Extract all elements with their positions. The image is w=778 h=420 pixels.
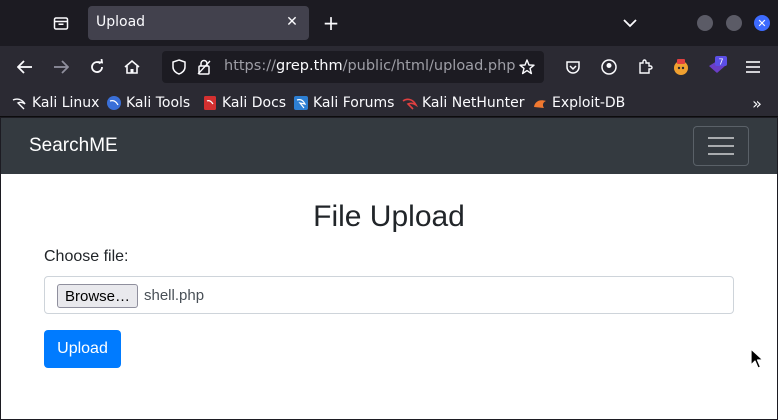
file-input[interactable]: Browse… shell.php — [44, 276, 734, 314]
tab-upload[interactable]: Upload ✕ — [88, 6, 309, 40]
bookmark-star-icon[interactable] — [518, 58, 536, 76]
forward-arrow-icon[interactable] — [49, 55, 73, 79]
navbar-toggler-button[interactable] — [693, 126, 749, 166]
extension-badge-icon[interactable]: 7 — [705, 55, 729, 79]
kali-icon — [12, 98, 26, 110]
bookmark-exploit-db[interactable]: Exploit-DB — [532, 93, 625, 113]
file-label: Choose file: — [44, 248, 129, 265]
site-brand[interactable]: SearchME — [29, 135, 118, 157]
reload-icon[interactable] — [85, 55, 109, 79]
bookmark-kali-forums[interactable]: Kali Forums — [293, 93, 394, 113]
chevron-double-right-icon[interactable]: » — [748, 93, 766, 113]
url-host: grep.thm — [275, 58, 343, 74]
extension-fox-icon[interactable] — [669, 55, 693, 79]
bookmark-label: Kali Tools — [126, 95, 191, 111]
bookmarks-toolbar: Kali Linux Kali Tools Kali Docs Kali For… — [0, 88, 778, 117]
tab-title: Upload — [96, 14, 146, 30]
bookmark-kali-tools[interactable]: Kali Tools — [106, 93, 190, 113]
hamburger-line — [708, 145, 734, 147]
selected-file-name: shell.php — [144, 287, 205, 304]
chevron-down-icon[interactable] — [620, 14, 640, 32]
web-page: SearchME File Upload Choose file: Browse… — [1, 118, 777, 419]
back-arrow-icon[interactable] — [13, 55, 37, 79]
kali-docs-icon — [204, 96, 216, 110]
url-text: https://grep.thm/public/html/upload.php — [224, 58, 515, 74]
firefox-view-icon[interactable] — [50, 12, 72, 34]
maximize-button[interactable] — [726, 15, 742, 31]
hamburger-line — [708, 153, 734, 155]
close-window-button[interactable]: ✕ — [754, 15, 770, 31]
url-path: /public/html/upload.php — [342, 58, 516, 74]
menu-icon[interactable] — [741, 55, 765, 79]
kali-tools-icon — [107, 96, 121, 110]
page-title: File Upload — [313, 200, 465, 233]
bookmark-label: Kali Docs — [222, 95, 287, 111]
tab-bar: Upload ✕ + ✕ — [0, 0, 778, 46]
upload-button[interactable]: Upload — [44, 330, 121, 368]
url-scheme: https:// — [224, 58, 276, 74]
exploit-db-icon — [534, 100, 546, 108]
site-navbar: SearchME — [1, 118, 777, 174]
account-icon[interactable] — [597, 55, 621, 79]
bookmark-label: Exploit-DB — [552, 95, 626, 111]
close-tab-icon[interactable]: ✕ — [283, 13, 301, 31]
url-bar[interactable]: https://grep.thm/public/html/upload.php — [162, 51, 544, 83]
minimize-button[interactable] — [697, 15, 713, 31]
hamburger-line — [708, 137, 734, 139]
kali-forums-icon — [294, 96, 308, 110]
bookmark-label: Kali Forums — [313, 95, 395, 111]
bookmark-label: Kali Linux — [32, 95, 100, 111]
pocket-icon[interactable] — [561, 55, 585, 79]
navigation-toolbar: https://grep.thm/public/html/upload.php … — [0, 46, 778, 88]
bookmark-kali-linux[interactable]: Kali Linux — [12, 93, 99, 113]
extension-badge-count: 7 — [718, 58, 723, 67]
shield-icon[interactable] — [170, 58, 188, 76]
bookmark-kali-docs[interactable]: Kali Docs — [202, 93, 286, 113]
mouse-cursor-icon — [750, 348, 764, 369]
extensions-icon[interactable] — [633, 55, 657, 79]
new-tab-icon[interactable]: + — [320, 11, 342, 35]
bookmark-label: Kali NetHunter — [422, 95, 525, 111]
lock-icon[interactable] — [195, 58, 213, 76]
browse-button[interactable]: Browse… — [57, 284, 138, 308]
home-icon[interactable] — [120, 55, 144, 79]
bookmark-kali-nethunter[interactable]: Kali NetHunter — [402, 93, 524, 113]
nethunter-icon — [402, 98, 418, 110]
